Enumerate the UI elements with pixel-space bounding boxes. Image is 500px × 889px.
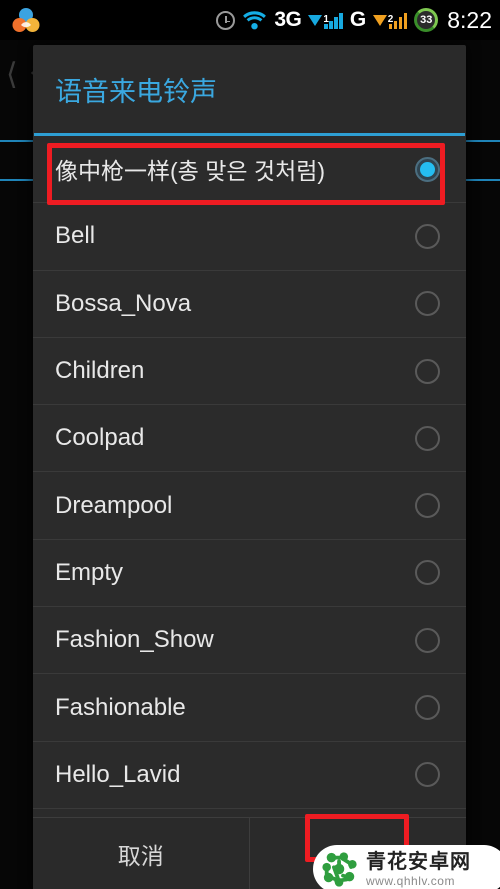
watermark-site-url: www.qhhlv.com [366,873,455,888]
battery-icon: 33 [414,8,439,32]
ringtone-row[interactable]: Fashion_Show [33,607,466,675]
dialog-title-bar: 语音来电铃声 [33,45,466,133]
status-bar-icons: 3G 1 G 2 33 8:22 [216,0,492,40]
ringtone-label: Children [55,357,145,385]
ringtone-row[interactable]: Empty [33,540,466,608]
radio-button-selected[interactable] [415,156,440,182]
ringtone-row[interactable]: Hello_Lavid [33,742,466,809]
radio-button[interactable] [415,695,440,721]
sim1-index: 1 [323,13,329,25]
ringtone-row[interactable]: Fashionable [33,674,466,742]
app-logo-icon [12,8,40,32]
ringtone-label: 像中枪一样(총 맞은 것처럼) [55,158,326,185]
network-g-label: G [349,8,366,31]
watermark-site-name: 青花安卓网 [366,850,471,873]
ringtone-label: Coolpad [55,424,145,452]
radio-button[interactable] [415,223,440,249]
ringtone-row[interactable]: Dreampool [33,472,466,540]
status-bar-clock: 8:22 [447,6,492,33]
signal-sim1-icon: 1 [308,12,343,29]
wifi-icon [243,11,267,30]
watermark-text: 青花安卓网 www.qhhlv.com [366,852,471,887]
radio-button[interactable] [415,493,440,519]
ringtone-label: Dreampool [55,491,173,519]
network-3g-label: 3G [274,8,302,31]
radio-button[interactable] [415,560,440,586]
cancel-button[interactable]: 取消 [33,818,250,889]
screen: ⟨ 3G 1 G 2 33 8:22 语音来电铃声 像中枪一样(총 맞은 것처럼… [0,0,500,889]
ringtone-label: Empty [55,558,124,586]
ringtone-list[interactable]: 像中枪一样(총 맞은 것처럼) Bell Bossa_Nova Children Coo… [33,136,466,817]
ringtone-label: Fashion_Show [55,626,214,654]
battery-percent: 33 [420,14,433,26]
ringtone-row[interactable]: Children [33,338,466,406]
ringtone-label: Fashionable [55,693,186,721]
ringtone-label: Bossa_Nova [55,289,192,317]
ringtone-row[interactable]: Coolpad [33,405,466,473]
ringtone-label: Hello_Lavid [55,760,181,788]
dialog-title: 语音来电铃声 [55,76,217,107]
radio-button[interactable] [415,627,440,653]
sim2-index: 2 [387,13,394,25]
site-watermark: 青花安卓网 www.qhhlv.com [313,845,500,889]
radio-button[interactable] [415,425,440,451]
radio-button[interactable] [415,762,440,788]
alarm-clock-icon [216,10,236,30]
signal-sim2-icon: 2 [372,12,408,29]
ringtone-row[interactable]: 像中枪一样(총 맞은 것처럼) [33,136,466,204]
ringtone-picker-dialog: 语音来电铃声 像中枪一样(총 맞은 것처럼) Bell Bossa_Nova Chil… [33,45,466,889]
ringtone-label: Bell [55,222,96,250]
ringtone-row[interactable]: Bossa_Nova [33,271,466,338]
watermark-logo-icon [322,852,357,887]
back-arrow-icon[interactable]: ⟨ [6,60,18,90]
ringtone-row[interactable]: Bell [33,203,466,271]
status-bar: 3G 1 G 2 33 8:22 [0,0,500,40]
radio-button[interactable] [415,358,440,384]
radio-button[interactable] [415,291,440,317]
